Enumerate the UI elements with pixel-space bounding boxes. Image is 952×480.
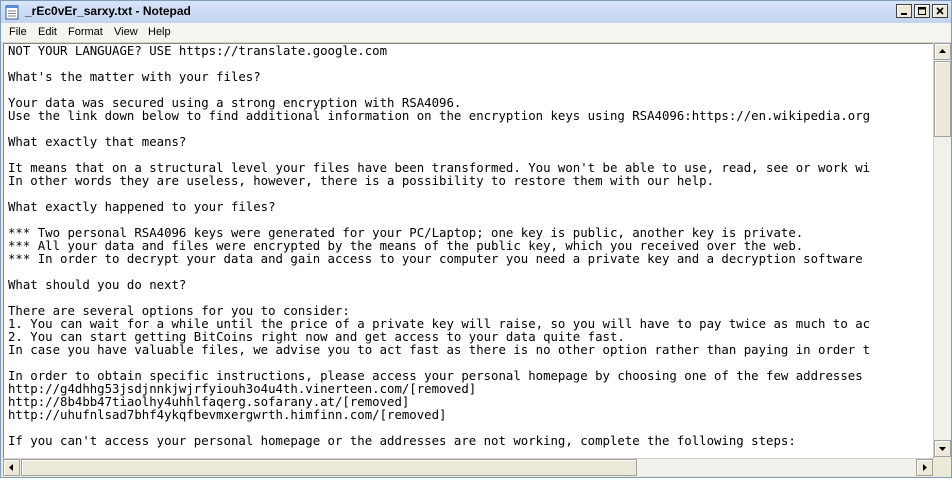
text-line: If you can't access your personal homepa… xyxy=(8,434,796,448)
text-editor[interactable]: NOT YOUR LANGUAGE? USE https://translate… xyxy=(3,43,934,459)
vertical-scroll-thumb[interactable] xyxy=(934,61,951,137)
window-title: _rEc0vEr_sarxy.txt - Notepad xyxy=(25,4,191,18)
text-line: In case you have valuable files, we advi… xyxy=(8,343,871,357)
maximize-icon xyxy=(918,7,926,15)
text-line: NOT YOUR LANGUAGE? USE https://translate… xyxy=(8,44,388,58)
menu-format[interactable]: Format xyxy=(68,26,103,38)
menu-file[interactable]: File xyxy=(9,26,27,38)
title-bar[interactable]: _rEc0vEr_sarxy.txt - Notepad xyxy=(1,1,951,24)
window-controls xyxy=(896,4,948,18)
scroll-down-button[interactable] xyxy=(934,440,951,457)
text-line: Use the link down below to find addition… xyxy=(8,109,871,123)
menu-bar: File Edit Format View Help xyxy=(1,23,951,43)
close-button[interactable] xyxy=(932,4,948,18)
menu-edit[interactable]: Edit xyxy=(38,26,57,38)
minimize-button[interactable] xyxy=(896,4,912,18)
text-line: What's the matter with your files? xyxy=(8,70,261,84)
scroll-right-icon xyxy=(923,464,927,471)
close-icon xyxy=(936,7,944,15)
scroll-up-icon xyxy=(939,49,946,53)
text-line: In other words they are useless, however… xyxy=(8,174,714,188)
vertical-scrollbar[interactable] xyxy=(933,43,951,457)
scroll-down-icon xyxy=(939,447,946,451)
notepad-icon xyxy=(5,4,19,20)
minimize-icon xyxy=(901,13,907,15)
text-line: What exactly happened to your files? xyxy=(8,200,276,214)
menu-help[interactable]: Help xyxy=(148,26,171,38)
maximize-button[interactable] xyxy=(914,4,930,18)
scroll-left-button[interactable] xyxy=(3,459,20,476)
menu-view[interactable]: View xyxy=(114,26,138,38)
scrollbar-corner xyxy=(933,458,950,475)
horizontal-scroll-thumb[interactable] xyxy=(21,459,637,476)
text-line: *** In order to decrypt your data and ga… xyxy=(8,252,863,266)
horizontal-scrollbar[interactable] xyxy=(3,458,933,476)
text-line: What exactly that means? xyxy=(8,135,187,149)
notepad-window: _rEc0vEr_sarxy.txt - Notepad File Edit F… xyxy=(0,0,952,478)
text-line: What should you do next? xyxy=(8,278,187,292)
text-line: http://uhufnlsad7bhf4ykqfbevmxergwrth.hi… xyxy=(8,408,447,422)
scroll-left-icon xyxy=(9,464,13,471)
scroll-right-button[interactable] xyxy=(916,459,933,476)
scroll-up-button[interactable] xyxy=(934,43,951,60)
